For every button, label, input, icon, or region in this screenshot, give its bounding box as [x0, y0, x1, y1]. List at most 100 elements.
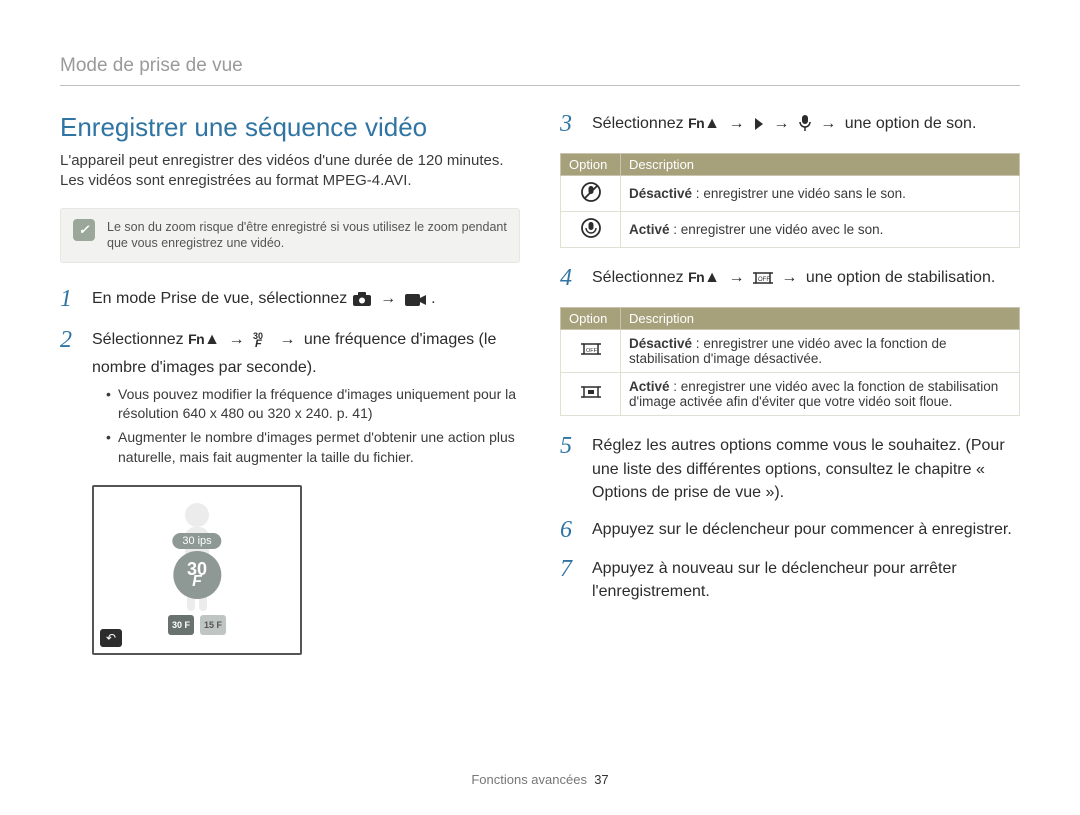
- step-1-text: En mode Prise de vue, sélectionnez → .: [92, 287, 520, 314]
- text: une option de stabilisation.: [806, 269, 995, 286]
- step-6: 6 Appuyez sur le déclencheur pour commen…: [560, 518, 1020, 543]
- label: Activé: [629, 222, 670, 237]
- svg-text:F: F: [255, 338, 262, 348]
- intro-text: L'appareil peut enregistrer des vidéos d…: [60, 151, 520, 192]
- up-triangle-icon: ▲: [704, 269, 720, 286]
- option-icon-cell: [561, 212, 621, 248]
- option-desc: Activé : enregistrer une vidéo avec le s…: [621, 212, 1020, 248]
- stab-off-icon: OFF: [580, 341, 602, 362]
- right-column: 3 Sélectionnez Fn▲ → → → une option de s…: [560, 112, 1020, 655]
- content-columns: Enregistrer une séquence vidéo L'apparei…: [60, 112, 1020, 655]
- text: En mode Prise de vue, sélectionnez: [92, 290, 352, 307]
- step-2-bullets: Vous pouvez modifier la fréquence d'imag…: [92, 385, 520, 467]
- colon: :: [670, 222, 681, 237]
- screenshot-center: 30 ips 30 F: [172, 531, 221, 599]
- header-option: Option: [561, 308, 621, 330]
- table-row: Désactivé : enregistrer une vidéo sans l…: [561, 176, 1020, 212]
- header-option: Option: [561, 154, 621, 176]
- step-number: 1: [60, 287, 80, 314]
- thumb-30: 30 F: [168, 615, 194, 635]
- step-3: 3 Sélectionnez Fn▲ → → → une option de s…: [560, 112, 1020, 139]
- step-number: 3: [560, 112, 580, 139]
- page-footer: Fonctions avancées 37: [0, 772, 1080, 787]
- step-number: 7: [560, 557, 580, 603]
- table-row: OFF Désactivé : enregistrer une vidéo av…: [561, 330, 1020, 373]
- arrow-icon: →: [380, 287, 396, 310]
- option-desc: Désactivé : enregistrer une vidéo sans l…: [621, 176, 1020, 212]
- microphone-icon: [798, 114, 812, 139]
- label: Désactivé: [629, 336, 692, 351]
- step-number: 2: [60, 328, 80, 471]
- text: une option de son.: [845, 115, 977, 132]
- fps-label: 30 ips: [172, 533, 221, 549]
- step-2: 2 Sélectionnez Fn▲ → 30F → une fréquence…: [60, 328, 520, 471]
- fn-icon: Fn: [688, 269, 704, 285]
- stabilization-options-table: Option Description OFF Désactivé : enreg…: [560, 307, 1020, 416]
- footer-page-number: 37: [594, 772, 608, 787]
- svg-text:OFF: OFF: [758, 277, 770, 283]
- option-icon-cell: [561, 176, 621, 212]
- up-triangle-icon: ▲: [204, 331, 220, 348]
- note-text: Le son du zoom risque d'être enregistré …: [107, 219, 507, 253]
- desc: enregistrer une vidéo avec la fonction d…: [629, 379, 998, 409]
- thumb-15: 15 F: [200, 615, 226, 635]
- camera-screenshot: 30 ips 30 F 30 F 15 F ↶: [92, 485, 302, 655]
- mic-on-icon: [581, 218, 601, 241]
- arrow-icon: →: [228, 328, 244, 351]
- arrow-icon: →: [728, 112, 744, 135]
- step-6-text: Appuyez sur le déclencheur pour commence…: [592, 518, 1020, 543]
- breadcrumb: Mode de prise de vue: [60, 55, 1020, 85]
- screenshot-thumbs: 30 F 15 F: [168, 615, 226, 635]
- left-column: Enregistrer une séquence vidéo L'apparei…: [60, 112, 520, 655]
- fps-badge: 30 F: [173, 551, 221, 599]
- header-description: Description: [621, 154, 1020, 176]
- step-5-text: Réglez les autres options comme vous le …: [592, 434, 1020, 504]
- step-4: 4 Sélectionnez Fn▲ → OFF → une option de…: [560, 266, 1020, 293]
- camera-icon: [352, 291, 372, 314]
- note-icon: ✓: [73, 219, 95, 241]
- step-number: 4: [560, 266, 580, 293]
- label: Désactivé: [629, 186, 692, 201]
- right-chevron-icon: [753, 116, 765, 139]
- arrow-icon: →: [781, 266, 797, 289]
- step-7: 7 Appuyez à nouveau sur le déclencheur p…: [560, 557, 1020, 603]
- mic-off-icon: [581, 182, 601, 205]
- fn-icon: Fn: [688, 115, 704, 131]
- step-1: 1 En mode Prise de vue, sélectionnez → .: [60, 287, 520, 314]
- table-header-row: Option Description: [561, 154, 1020, 176]
- option-icon-cell: OFF: [561, 330, 621, 373]
- bullet-item: Vous pouvez modifier la fréquence d'imag…: [106, 385, 520, 424]
- option-desc: Activé : enregistrer une vidéo avec la f…: [621, 373, 1020, 416]
- option-desc: Désactivé : enregistrer une vidéo avec l…: [621, 330, 1020, 373]
- arrow-icon: →: [820, 112, 836, 135]
- colon: :: [692, 336, 703, 351]
- framerate-icon: 30F: [253, 330, 271, 355]
- step-7-text: Appuyez à nouveau sur le déclencheur pou…: [592, 557, 1020, 603]
- text: Sélectionnez: [592, 269, 688, 286]
- text: Sélectionnez: [92, 331, 188, 348]
- note-box: ✓ Le son du zoom risque d'être enregistr…: [60, 208, 520, 264]
- step-number: 6: [560, 518, 580, 543]
- sound-options-table: Option Description Désactivé : enregistr…: [560, 153, 1020, 248]
- table-header-row: Option Description: [561, 308, 1020, 330]
- step-3-text: Sélectionnez Fn▲ → → → une option de son…: [592, 112, 1020, 139]
- label: Activé: [629, 379, 670, 394]
- text: Sélectionnez: [592, 115, 688, 132]
- video-icon: [405, 291, 427, 314]
- step-4-text: Sélectionnez Fn▲ → OFF → une option de s…: [592, 266, 1020, 293]
- arrow-icon: →: [279, 328, 295, 351]
- header-description: Description: [621, 308, 1020, 330]
- table-row: Activé : enregistrer une vidéo avec la f…: [561, 373, 1020, 416]
- page: Mode de prise de vue Enregistrer une séq…: [0, 0, 1080, 815]
- table-row: Activé : enregistrer une vidéo avec le s…: [561, 212, 1020, 248]
- desc: enregistrer une vidéo avec le son.: [681, 222, 884, 237]
- step-number: 5: [560, 434, 580, 504]
- arrow-icon: →: [773, 112, 789, 135]
- bullet-item: Augmenter le nombre d'images permet d'ob…: [106, 428, 520, 467]
- option-icon-cell: [561, 373, 621, 416]
- colon: :: [670, 379, 681, 394]
- step-2-text: Sélectionnez Fn▲ → 30F → une fréquence d…: [92, 328, 520, 471]
- text: .: [431, 290, 435, 307]
- colon: :: [692, 186, 703, 201]
- stabilization-off-icon: OFF: [753, 270, 773, 293]
